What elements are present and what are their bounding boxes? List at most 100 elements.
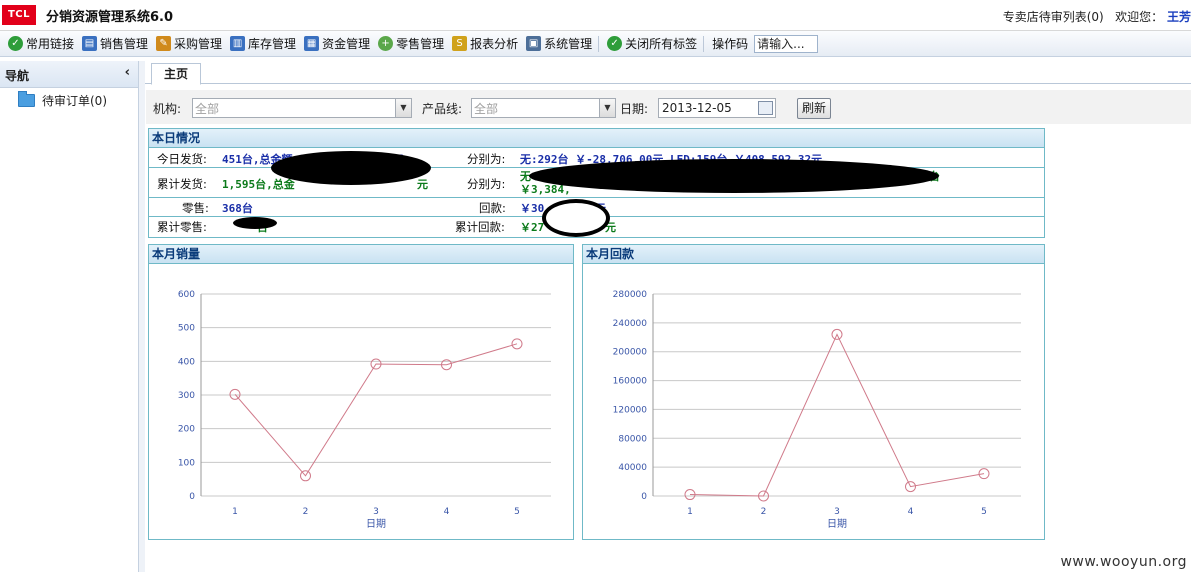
today-panel-title: 本日情况 (149, 129, 1044, 148)
chevron-down-icon[interactable]: ▼ (395, 99, 411, 117)
monthly-sales-panel: 本月销量 0 100 200 300 400 500 600 1 2 3 4 5 日期 (148, 244, 574, 540)
y-tick-label: 40000 (618, 463, 647, 473)
org-label: 机构: (153, 102, 182, 116)
y-tick-label: 160000 (613, 377, 648, 387)
date-value: 2013-12-05 (662, 101, 732, 115)
nav-item-label: 待审订单(0) (42, 94, 107, 108)
filter-bar: 机构: 全部 ▼ 产品线: 全部 ▼ 日期: 2013-12-05 刷新 (146, 90, 1191, 124)
toolbar-item-label: 系统管理 (544, 37, 593, 51)
redaction-mark (542, 199, 610, 237)
y-tick-label: 80000 (618, 434, 647, 444)
x-tick-label: 4 (908, 507, 914, 517)
collapse-icon[interactable]: ‹ (125, 65, 130, 80)
y-tick-label: 100 (178, 458, 195, 468)
toolbar-item-0[interactable]: ✓ 常用链接 (8, 34, 74, 54)
toolbar-item-label: 资金管理 (322, 37, 371, 51)
toolbar-item-label: 报表分析 (470, 37, 519, 51)
row-value: 368台 (222, 202, 253, 215)
nav-title: 导航 (5, 69, 30, 83)
row-label: 分别为: (467, 152, 506, 166)
y-tick-label: 300 (178, 391, 195, 401)
nav-item-pending-orders[interactable]: 待审订单(0) (18, 91, 107, 109)
inventory-icon: ▥ (230, 36, 246, 51)
opcode-input[interactable]: 请输入... (754, 34, 819, 53)
monthly-payment-panel: 本月回款 0 40000 80000 120000 160000 200000 240000… (582, 244, 1045, 540)
toolbar-item-label: 采购管理 (174, 37, 223, 51)
opcode-label: 操作码 (712, 37, 749, 51)
org-select[interactable]: 全部 ▼ (192, 98, 412, 118)
toolbar-item-7[interactable]: ▣ 系统管理 (526, 34, 592, 54)
tcl-logo: TCL (2, 5, 36, 25)
product-line-value: 全部 (474, 102, 499, 116)
x-tick-label: 2 (303, 507, 309, 517)
row-label: 零售: (182, 201, 209, 215)
tab-strip: 主页 (145, 61, 1191, 85)
x-axis-label: 日期 (366, 518, 386, 530)
toolbar-item-1[interactable]: ▤ 销售管理 (82, 34, 148, 54)
document-icon: ▤ (82, 36, 98, 51)
toolbar-item-label: 关闭所有标签 (625, 37, 698, 51)
refresh-button[interactable]: 刷新 (797, 98, 831, 119)
y-tick-label: 600 (178, 290, 195, 300)
y-tick-label: 120000 (613, 405, 648, 415)
toolbar-item-3[interactable]: ▥ 库存管理 (230, 34, 296, 54)
monthly-payment-title: 本月回款 (583, 245, 1044, 264)
row-value: 1,595台,总金 (222, 178, 295, 191)
x-axis-label: 日期 (827, 518, 847, 530)
chevron-down-icon[interactable]: ▼ (599, 99, 615, 117)
today-panel: 本日情况 今日发货: 451台,总金额:￥ 元 分别为: 无:292台 ￥-28… (148, 128, 1045, 238)
date-label: 日期: (620, 102, 649, 116)
check-circle-icon: ✓ (607, 36, 623, 51)
toolbar-item-label: 销售管理 (100, 37, 149, 51)
y-tick-label: 0 (641, 492, 647, 502)
report-icon: S (452, 36, 468, 51)
toolbar-item-label: 库存管理 (248, 37, 297, 51)
x-tick-label: 1 (687, 507, 693, 517)
toolbar-item-5[interactable]: + 零售管理 (378, 34, 444, 54)
y-tick-label: 200 (178, 425, 195, 435)
x-tick-label: 2 (761, 507, 767, 517)
settings-icon: ▣ (526, 36, 542, 51)
toolbar-separator (598, 35, 600, 52)
monthly-sales-chart: 0 100 200 300 400 500 600 1 2 3 4 5 日期 (178, 290, 551, 530)
product-line-select[interactable]: 全部 ▼ (471, 98, 616, 118)
x-tick-label: 4 (444, 507, 450, 517)
row-value-tail: 元 (417, 178, 428, 191)
user-name[interactable]: 王芳 (1167, 10, 1191, 24)
toolbar-item-4[interactable]: ▦ 资金管理 (304, 34, 370, 54)
main-toolbar: ✓ 常用链接 ▤ 销售管理 ✎ 采购管理 ▥ 库存管理 ▦ 资金管理 + 零售管理 S 报表分析 ▣ 系统管理… (0, 31, 1191, 57)
monthly-payment-chart: 0 40000 80000 120000 160000 200000 240000 28000… (613, 290, 1021, 530)
y-tick-label: 500 (178, 324, 195, 334)
nav-panel: 导航 ‹ 待审订单(0) (0, 61, 139, 572)
toolbar-item-label: 零售管理 (396, 37, 445, 51)
y-tick-label: 400 (178, 357, 195, 367)
watermark: www.wooyun.org (1060, 554, 1187, 570)
redaction-mark (529, 159, 939, 193)
row-label: 累计回款: (455, 220, 505, 234)
check-circle-icon: ✓ (8, 36, 23, 51)
welcome-text: 欢迎您： (1115, 10, 1164, 24)
row-value: ￥27 (520, 221, 545, 234)
y-tick-label: 200000 (613, 348, 648, 358)
app-title: 分销资源管理系统6.0 (46, 10, 174, 25)
money-icon: ▦ (304, 36, 320, 51)
date-input[interactable]: 2013-12-05 (658, 98, 776, 118)
row-label: 累计发货: (157, 177, 207, 191)
calendar-icon[interactable] (758, 101, 773, 115)
title-bar: TCL 分销资源管理系统6.0 专卖店待审列表(0) 欢迎您： 王芳 (0, 0, 1191, 31)
toolbar-item-6[interactable]: S 报表分析 (452, 34, 518, 54)
org-select-value: 全部 (195, 102, 220, 116)
splitter-handle[interactable] (139, 61, 145, 572)
x-tick-label: 3 (834, 507, 840, 517)
series-line (234, 343, 518, 477)
x-tick-label: 5 (514, 507, 520, 517)
y-tick-label: 280000 (613, 290, 648, 300)
pending-list-link[interactable]: 专卖店待审列表(0) (1003, 10, 1104, 24)
redaction-mark (233, 217, 277, 229)
monthly-sales-title: 本月销量 (149, 245, 573, 264)
row-value: ￥30 (520, 202, 545, 215)
toolbar-item-8[interactable]: ✓ 关闭所有标签 (607, 34, 697, 54)
toolbar-item-2[interactable]: ✎ 采购管理 (156, 34, 222, 54)
tab-home[interactable]: 主页 (151, 63, 201, 85)
series-line (689, 333, 985, 497)
